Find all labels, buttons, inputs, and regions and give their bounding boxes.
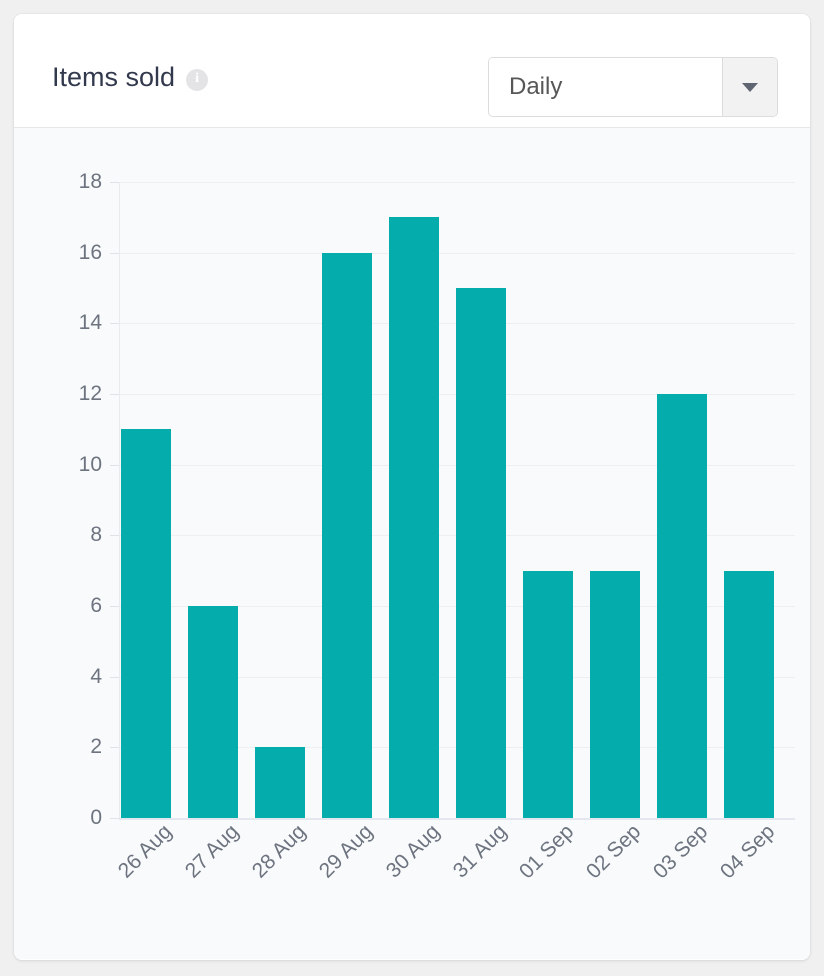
x-tick-label: 30 Aug xyxy=(381,820,445,883)
x-tick-label: 02 Sep xyxy=(581,820,646,884)
info-icon[interactable]: i xyxy=(186,68,209,91)
y-tick-label: 0 xyxy=(90,806,102,829)
items-sold-card: Items sold i Daily 0 2 4 6 8 10 12 14 16 18 26 Au… xyxy=(14,14,810,960)
x-tick-label: 03 Sep xyxy=(648,820,713,884)
y-tick-mark xyxy=(110,252,119,254)
x-tick-label: 04 Sep xyxy=(715,820,780,884)
bar[interactable] xyxy=(657,394,707,818)
y-tick-label: 12 xyxy=(78,382,102,405)
x-tick-label: 29 Aug xyxy=(314,820,378,883)
y-tick-label: 2 xyxy=(90,735,102,759)
y-tick-label: 6 xyxy=(90,594,102,617)
card-title-group: Items sold i xyxy=(52,62,209,92)
y-tick-mark xyxy=(110,394,119,395)
y-tick-mark xyxy=(110,535,119,537)
x-tick-label: 27 Aug xyxy=(180,820,244,883)
y-tick-mark xyxy=(110,818,119,819)
y-tick-label: 16 xyxy=(78,240,102,264)
y-axis-tick-labels: 0 2 4 6 8 10 12 14 16 18 xyxy=(14,170,102,829)
y-tick-label: 4 xyxy=(90,664,102,688)
bar[interactable] xyxy=(724,570,774,818)
y-tick-label: 14 xyxy=(78,311,102,335)
period-select[interactable]: Daily xyxy=(488,57,778,117)
x-tick-label: 01 Sep xyxy=(514,820,579,884)
y-tick-label: 8 xyxy=(90,523,102,547)
chart-body: 0 2 4 6 8 10 12 14 16 18 26 Aug 27 Aug 28 Aug 29 Aug… xyxy=(14,128,810,959)
bar[interactable] xyxy=(121,429,171,818)
bar[interactable] xyxy=(590,570,640,818)
y-tick-mark xyxy=(110,606,119,607)
bar[interactable] xyxy=(389,217,439,818)
x-axis-tick-labels: 26 Aug 27 Aug 28 Aug 29 Aug 30 Aug 31 Aug 01 S… xyxy=(114,820,795,930)
bar-series xyxy=(119,182,795,818)
chevron-down-icon xyxy=(742,82,758,92)
y-tick-label: 10 xyxy=(78,452,102,476)
page-title: Items sold xyxy=(52,62,176,92)
y-tick-mark xyxy=(110,323,119,325)
x-tick-label: 26 Aug xyxy=(113,820,177,883)
info-icon-glyph: i xyxy=(195,70,199,86)
period-select-value: Daily xyxy=(489,58,722,116)
x-tick-label: 28 Aug xyxy=(247,820,311,883)
bar[interactable] xyxy=(255,747,305,818)
y-tick-mark xyxy=(110,676,119,678)
bar[interactable] xyxy=(456,288,506,818)
y-tick-mark xyxy=(110,747,119,749)
y-tick-label: 18 xyxy=(78,170,102,193)
period-select-arrow-button[interactable] xyxy=(722,58,777,116)
y-tick-mark xyxy=(110,464,119,466)
x-tick-label: 31 Aug xyxy=(448,820,512,883)
bar[interactable] xyxy=(188,606,238,818)
bar[interactable] xyxy=(523,570,573,818)
bar[interactable] xyxy=(322,252,372,818)
y-tick-mark xyxy=(110,182,119,183)
card-header: Items sold i Daily xyxy=(14,14,810,128)
